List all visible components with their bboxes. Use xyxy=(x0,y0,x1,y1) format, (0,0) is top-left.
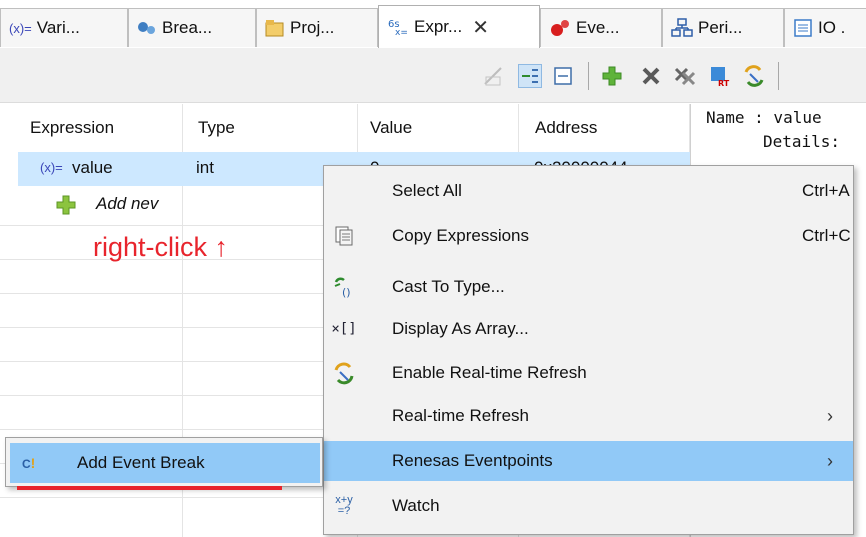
tab-project[interactable]: Proj... xyxy=(256,8,378,47)
refresh-icon[interactable] xyxy=(742,64,766,88)
column-header-expression[interactable]: Expression xyxy=(30,118,114,138)
annotation-text: right-click ↑ xyxy=(93,232,229,262)
close-icon[interactable]: ✕ xyxy=(472,15,489,40)
expressions-icon: 6s x= xyxy=(387,18,409,36)
realtime-refresh-icon xyxy=(330,359,358,387)
remove-expression-icon[interactable] xyxy=(639,64,663,88)
tab-label: IO . xyxy=(818,18,846,37)
svg-text:RT: RT xyxy=(718,79,730,88)
variables-icon: (x)= xyxy=(9,20,32,36)
tab-io-registers[interactable]: IO . xyxy=(784,8,866,47)
menu-item-select-all[interactable]: Select All Ctrl+A xyxy=(324,171,853,211)
tab-expressions[interactable]: 6s x= Expr... ✕ xyxy=(378,5,540,48)
add-expression-icon[interactable] xyxy=(600,64,624,88)
menu-item-add-event-break[interactable]: C! Add Event Break xyxy=(10,443,320,483)
menu-item-label: Real-time Refresh xyxy=(392,406,529,425)
menu-item-display-as-array[interactable]: ×[] Display As Array... xyxy=(324,309,853,349)
toolbar-separator xyxy=(778,62,779,90)
copy-icon xyxy=(330,222,358,250)
details-label: Details: xyxy=(763,132,841,151)
menu-item-label: Display As Array... xyxy=(392,319,529,338)
menu-item-label: Copy Expressions xyxy=(392,226,530,245)
tab-label: Brea... xyxy=(162,18,213,37)
cast-icon: () xyxy=(330,273,358,301)
tab-peripherals[interactable]: Peri... xyxy=(662,8,784,47)
column-header-value[interactable]: Value xyxy=(370,118,412,138)
remove-all-icon[interactable] xyxy=(673,64,697,88)
details-name: Name : value xyxy=(706,108,822,127)
toolbar-separator xyxy=(588,62,589,90)
menu-item-realtime-refresh[interactable]: Real-time Refresh › xyxy=(324,396,853,436)
chevron-right-icon: › xyxy=(827,450,833,471)
menu-item-label: Select All xyxy=(392,181,462,200)
array-icon: ×[] xyxy=(331,321,357,337)
tab-label: Eve... xyxy=(576,18,620,37)
menu-item-renesas-eventpoints[interactable]: Renesas Eventpoints › xyxy=(324,441,853,481)
realtime-icon[interactable]: RT xyxy=(708,64,732,88)
tab-variables[interactable]: (x)= Vari... xyxy=(0,8,128,47)
tab-label: Peri... xyxy=(698,18,743,37)
watch-icon-mark: =? xyxy=(337,505,351,517)
tab-label: Expr... xyxy=(414,17,463,36)
menu-item-cast-to-type[interactable]: () Cast To Type... xyxy=(324,267,853,307)
context-menu: Select All Ctrl+A Copy Expressions Ctrl+… xyxy=(323,165,854,535)
add-new-expression[interactable]: Add nev xyxy=(96,194,158,214)
menu-item-copy-expressions[interactable]: Copy Expressions Ctrl+C xyxy=(324,216,853,256)
tab-label: Vari... xyxy=(36,18,80,37)
expression-name: value xyxy=(72,158,113,177)
expressions-toolbar: RT xyxy=(0,48,866,103)
eventpoints-submenu: C! Add Event Break xyxy=(5,437,323,487)
peripherals-icon xyxy=(671,18,693,38)
svg-text:x=: x= xyxy=(395,28,408,36)
events-icon xyxy=(549,19,571,37)
menu-item-shortcut: Ctrl+C xyxy=(802,226,851,245)
io-registers-icon xyxy=(793,18,813,38)
menu-item-shortcut: Ctrl+A xyxy=(802,181,850,200)
menu-item-watch[interactable]: x+y =? Watch xyxy=(324,486,853,526)
event-break-icon: C! xyxy=(22,455,36,471)
menu-item-enable-realtime-refresh[interactable]: Enable Real-time Refresh xyxy=(324,353,853,393)
column-header-type[interactable]: Type xyxy=(198,118,235,138)
expression-type: int xyxy=(196,158,214,177)
tab-breakpoints[interactable]: Brea... xyxy=(128,8,256,47)
view-tab-bar: (x)= Vari... Brea... Proj... 6s x= Expr..… xyxy=(0,0,866,48)
show-type-names-icon[interactable] xyxy=(518,64,542,88)
breakpoints-icon xyxy=(137,21,157,35)
annotation-underline xyxy=(17,486,282,490)
collapse-all-icon[interactable] xyxy=(481,64,505,88)
watch-icon: x+y =? xyxy=(330,492,358,520)
chevron-right-icon: › xyxy=(827,405,833,426)
svg-text:(): () xyxy=(342,286,351,298)
column-header-address[interactable]: Address xyxy=(535,118,597,138)
add-icon xyxy=(56,195,76,220)
tab-label: Proj... xyxy=(290,18,335,37)
menu-item-label: Watch xyxy=(392,496,440,515)
variable-icon: (x)= xyxy=(40,160,63,175)
menu-item-label: Cast To Type... xyxy=(392,277,505,296)
menu-item-label: Enable Real-time Refresh xyxy=(392,363,587,382)
project-icon xyxy=(265,19,285,37)
menu-item-label: Renesas Eventpoints xyxy=(392,451,553,470)
layout-icon[interactable] xyxy=(551,64,575,88)
menu-item-label: Add Event Break xyxy=(77,453,205,472)
tab-events[interactable]: Eve... xyxy=(540,8,662,47)
